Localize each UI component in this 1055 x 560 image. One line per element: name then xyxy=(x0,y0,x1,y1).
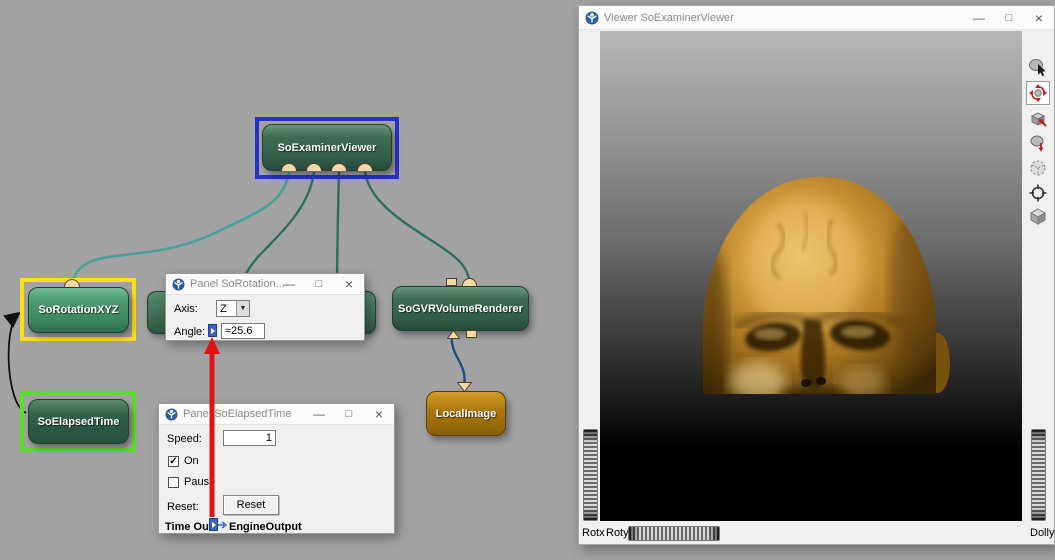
output-connector-square[interactable] xyxy=(466,330,477,338)
pause-label: Pause xyxy=(184,476,215,488)
input-connector[interactable] xyxy=(462,278,477,286)
perspective-toggle-button[interactable] xyxy=(1026,204,1050,228)
maximize-button[interactable]: □ xyxy=(994,6,1024,29)
arrow-right-icon xyxy=(218,521,228,529)
connection-examiner-rotationxyz[interactable] xyxy=(72,172,289,286)
maximize-button[interactable]: □ xyxy=(304,274,334,294)
input-connector-square[interactable] xyxy=(446,278,457,286)
pause-checkbox[interactable] xyxy=(168,477,179,488)
rotx-label: Rotx xyxy=(582,527,605,539)
minimize-button[interactable]: — xyxy=(274,274,304,294)
network-canvas[interactable]: SoExaminerViewer SoRotationXYZ SoElapsed… xyxy=(0,0,1055,560)
timeout-value: EngineOutput xyxy=(229,521,302,533)
on-label: On xyxy=(184,455,199,467)
minimize-button[interactable]: — xyxy=(964,6,994,29)
view-all-button[interactable] xyxy=(1026,156,1050,180)
panel-sorotation-titlebar[interactable]: Panel SoRotation... — □ × xyxy=(166,274,364,295)
dolly-label: Dolly xyxy=(1030,527,1054,539)
axis-label: Axis: xyxy=(174,303,198,315)
close-button[interactable]: × xyxy=(1024,6,1054,29)
panel-sorotation-window: Panel SoRotation... — □ × Axis: Z ▼ Angl… xyxy=(165,273,365,341)
output-connector-icon xyxy=(209,518,218,531)
node-label: LocalImage xyxy=(436,408,497,420)
panel-soelapsedtime-window: Panel SoElapsedTime — □ × Speed: ✓ On Pa… xyxy=(158,403,395,534)
axis-value: Z xyxy=(217,303,236,315)
seek-icon xyxy=(1028,108,1048,128)
mevislab-logo-icon xyxy=(165,408,178,421)
viewer-title: Viewer SoExaminerViewer xyxy=(604,12,734,24)
angle-label: Angle: xyxy=(174,326,205,338)
zoom-mode-button[interactable] xyxy=(1026,131,1050,155)
roty-thumbwheel[interactable] xyxy=(628,526,720,541)
on-checkbox[interactable]: ✓ xyxy=(168,456,179,467)
viewer-toolbar xyxy=(1022,31,1054,544)
pick-icon xyxy=(1028,58,1048,78)
axis-dropdown[interactable]: Z ▼ xyxy=(216,300,250,317)
close-button[interactable]: × xyxy=(364,404,394,424)
input-connector-triangle[interactable] xyxy=(447,330,460,339)
pick-mode-button[interactable] xyxy=(1026,56,1050,80)
roty-label: Roty xyxy=(606,527,629,539)
mevislab-logo-icon xyxy=(172,278,185,291)
dropdown-arrow-icon[interactable]: ▼ xyxy=(236,301,249,316)
speed-label: Speed: xyxy=(167,433,202,445)
rotx-thumbwheel[interactable] xyxy=(583,429,598,521)
dolly-thumbwheel[interactable] xyxy=(1031,429,1046,521)
reset-label: Reset: xyxy=(167,501,199,513)
node-label: SoElapsedTime xyxy=(38,416,120,428)
panel-title: Panel SoRotation... xyxy=(190,278,285,290)
reset-button[interactable]: Reset xyxy=(223,495,279,515)
node-localimage[interactable]: LocalImage xyxy=(426,391,506,436)
panel-title: Panel SoElapsedTime xyxy=(183,408,291,420)
parameter-connected-icon xyxy=(208,324,217,337)
node-label: SoExaminerViewer xyxy=(278,142,377,154)
connection-examiner-gvr[interactable] xyxy=(365,172,470,285)
viewer-bottom-bar: Rotx Roty Dolly xyxy=(579,523,1054,544)
rendered-head-volume xyxy=(600,31,1023,521)
node-label: SoGVRVolumeRenderer xyxy=(398,303,523,315)
mevislab-logo-icon xyxy=(585,11,599,25)
rotate-mode-button[interactable] xyxy=(1026,81,1050,105)
node-sogvrvolumerenderer[interactable]: SoGVRVolumeRenderer xyxy=(392,286,529,331)
node-label: SoRotationXYZ xyxy=(38,304,118,316)
panel-soelapsedtime-titlebar[interactable]: Panel SoElapsedTime — □ × xyxy=(159,404,394,425)
perspective-icon xyxy=(1028,206,1048,226)
home-icon xyxy=(1028,183,1048,203)
hidden-node-left-edge[interactable] xyxy=(147,291,167,334)
zoom-icon xyxy=(1028,133,1048,153)
angle-field[interactable] xyxy=(221,323,265,339)
close-button[interactable]: × xyxy=(334,274,364,294)
node-soexaminerviewer[interactable]: SoExaminerViewer xyxy=(262,124,392,171)
maximize-button[interactable]: □ xyxy=(334,404,364,424)
viewer-titlebar[interactable]: Viewer SoExaminerViewer — □ × xyxy=(579,6,1054,30)
speed-field[interactable] xyxy=(223,430,276,446)
viewer-3d-viewport[interactable] xyxy=(600,31,1023,521)
seek-mode-button[interactable] xyxy=(1026,106,1050,130)
rotate-icon xyxy=(1028,83,1048,103)
node-soelapsedtime[interactable]: SoElapsedTime xyxy=(28,399,129,444)
output-connector-triangle[interactable] xyxy=(457,382,472,392)
connection-gvr-localimage[interactable] xyxy=(452,333,465,386)
node-sorotationxyz[interactable]: SoRotationXYZ xyxy=(28,287,129,333)
minimize-button[interactable]: — xyxy=(304,404,334,424)
viewer-window: Viewer SoExaminerViewer — □ × xyxy=(578,5,1055,545)
home-view-button[interactable] xyxy=(1026,181,1050,205)
view-all-icon xyxy=(1028,158,1048,178)
